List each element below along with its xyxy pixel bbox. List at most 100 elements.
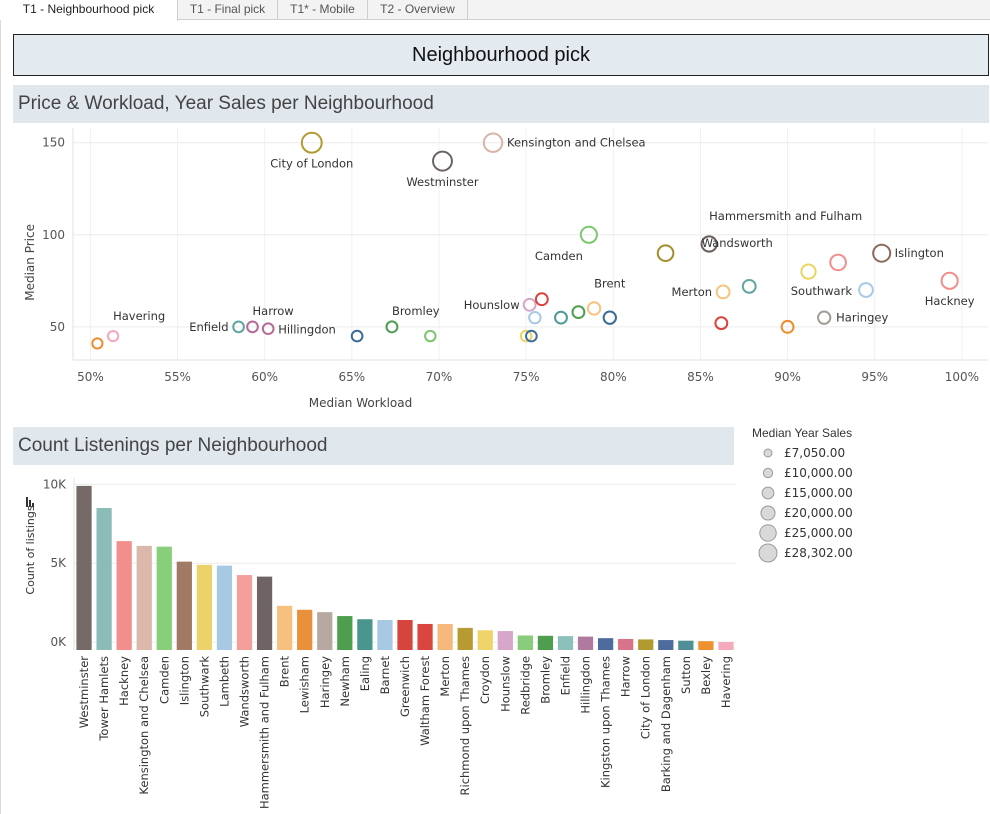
scatter-point-waltham-forest: [554, 310, 568, 325]
size-legend-label: £25,000.00: [784, 526, 853, 540]
scatter-x-tick-label: 50%: [77, 370, 104, 384]
scatter-point-label: Kensington and Chelsea: [507, 136, 646, 150]
scatter-point-greenwich: [602, 310, 617, 325]
bar-enfield: [557, 636, 574, 650]
scatter-point-bexley: [91, 337, 104, 350]
scatter-x-tick-label: 65%: [339, 370, 366, 384]
scatter-point-hackney: [940, 271, 959, 290]
bar-category-label: Richmond upon Thames: [458, 656, 472, 795]
tab-neighbourhood-pick[interactable]: T1 - Neighbourhood pick: [0, 0, 178, 21]
bar-lewisham: [297, 609, 313, 650]
scatter-point-brent: [586, 301, 602, 316]
tab-mobile[interactable]: T1* - Mobile: [278, 0, 368, 20]
bar-hounslow: [497, 631, 513, 650]
bar-havering: [718, 641, 734, 650]
bar-category-label: Enfield: [558, 656, 572, 695]
bar-category-label: Hammersmith and Fulham: [258, 656, 272, 809]
bar-y-axis-title: Count of listings: [24, 505, 37, 594]
bar-category-label: Wandsworth: [238, 656, 252, 727]
bar-category-label: Lewisham: [298, 656, 312, 713]
bar-barking-and-dagenham: [658, 640, 674, 650]
bar-haringey: [317, 612, 333, 650]
bar-category-label: Merton: [438, 656, 452, 697]
bar-category-label: Haringey: [318, 656, 332, 708]
scatter-point-label: Enfield: [189, 320, 228, 334]
bar-category-label: Newham: [338, 656, 352, 707]
bar-category-label: Harrow: [619, 656, 633, 697]
size-legend-label: £15,000.00: [784, 486, 853, 500]
scatter-point-wandsworth: [656, 244, 675, 263]
bar-category-label: Barking and Dagenham: [659, 656, 673, 792]
size-legend-title: Median Year Sales: [752, 426, 853, 440]
size-legend-label: £28,302.00: [784, 546, 853, 560]
scatter-point-merton: [715, 284, 731, 300]
size-legend-marker: [763, 448, 773, 458]
size-legend-label: £20,000.00: [784, 506, 853, 520]
scatter-point-haringey: [817, 310, 832, 325]
bar-barnet: [377, 620, 393, 650]
bar-tower-hamlets: [96, 507, 112, 650]
scatter-x-tick-label: 90%: [774, 370, 801, 384]
bar-category-label: Islington: [177, 656, 191, 705]
scatter-point-label: Hackney: [925, 294, 975, 308]
bar-category-label: Croydon: [478, 656, 492, 704]
scatter-point-label: Southwark: [791, 284, 853, 298]
bar-islington: [176, 561, 192, 650]
bar-section-title: Count Listenings per Neighbourhood: [13, 427, 734, 465]
bar-bromley: [537, 635, 554, 650]
size-legend-marker: [758, 543, 778, 563]
scatter-point-label: Bromley: [392, 304, 440, 318]
bar-chart[interactable]: 0K 5K 10K Count of listings Westminster Tower…: [0, 465, 745, 814]
scatter-point-label: Brent: [594, 276, 626, 290]
bar-camden: [156, 546, 172, 650]
scatter-point-sutton: [424, 329, 437, 343]
sort-descending-icon: [26, 497, 34, 507]
bar-category-label: Redbridge: [518, 656, 532, 715]
scatter-point-lewisham: [534, 292, 549, 307]
bar-waltham-forest: [417, 623, 433, 650]
bar-brent: [277, 605, 293, 650]
scatter-point-label: City of London: [270, 157, 353, 171]
bar-newham: [337, 616, 353, 650]
scatter-point-label: Hounslow: [464, 298, 520, 312]
bar-category-label: Camden: [157, 656, 171, 704]
size-legend: Median Year Sales £7,050.00 £10,000.00 £15…: [752, 426, 952, 577]
scatter-y-tick-label: 100: [42, 228, 65, 242]
bar-category-label: Lambeth: [217, 656, 231, 707]
bar-category-label: Havering: [719, 656, 733, 708]
scatter-point-label: Haringey: [836, 311, 888, 325]
scatter-point-barking-and-dagenham: [350, 329, 364, 343]
scatter-point-westminster: [432, 150, 453, 172]
bar-sutton: [678, 640, 694, 650]
scatter-point-ealing: [571, 305, 586, 320]
scatter-chart[interactable]: 50 100 150 50% 55% 60% 65% 70% 75% 80% 85% 90% 95% 10…: [0, 123, 990, 413]
bar-hillingdon: [577, 636, 594, 650]
scatter-point-label: Wandsworth: [702, 236, 773, 250]
dashboard-title: Neighbourhood pick: [13, 34, 989, 76]
bar-category-label: Westminster: [77, 656, 91, 729]
scatter-point-label: Havering: [113, 309, 165, 323]
scatter-point-label: Hammersmith and Fulham: [709, 209, 862, 223]
size-legend-marker: [760, 505, 776, 521]
dashboard: T1 - Neighbourhood pick T1 - Final pick …: [0, 0, 990, 814]
bar-y-tick-label: 10K: [43, 477, 67, 491]
bar-harrow: [618, 638, 634, 650]
scatter-x-tick-label: 75%: [513, 370, 540, 384]
tab-overview[interactable]: T2 - Overview: [368, 0, 468, 20]
scatter-y-tick-label: 150: [42, 136, 65, 150]
scatter-y-tick-label: 50: [50, 320, 65, 334]
bar-redbridge: [517, 635, 533, 650]
tab-final-pick[interactable]: T1 - Final pick: [178, 0, 278, 20]
size-legend-marker: [761, 486, 775, 500]
bar-category-label: Hillingdon: [579, 656, 593, 714]
size-legend-marker: [759, 524, 777, 542]
scatter-x-axis-title: Median Workload: [309, 396, 413, 410]
size-legend-label: £7,050.00: [784, 446, 845, 460]
bar-category-label: Kingston upon Thames: [599, 656, 613, 788]
bar-category-label: Sutton: [679, 656, 693, 694]
scatter-x-tick-label: 55%: [164, 370, 191, 384]
scatter-point-islington: [872, 243, 892, 263]
bar-category-label: Hounslow: [498, 656, 512, 712]
bar-city-of-london: [638, 639, 654, 650]
scatter-point-southwark: [858, 282, 874, 298]
